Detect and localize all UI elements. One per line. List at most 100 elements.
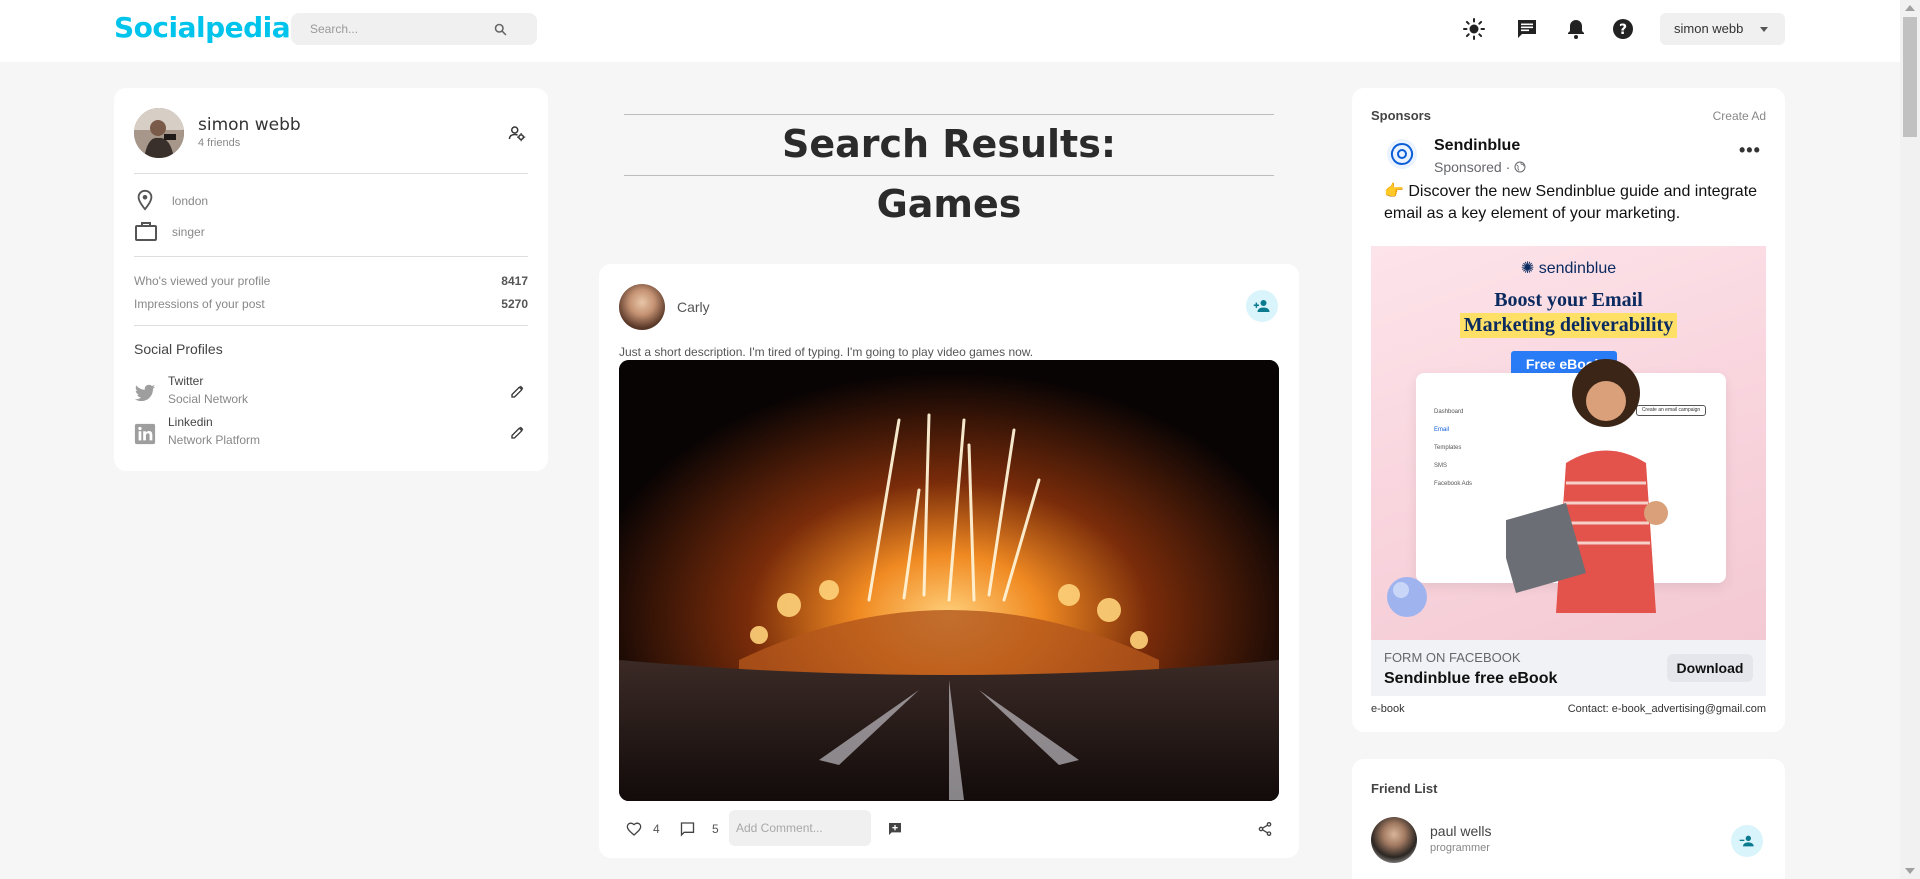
chevron-down-icon bbox=[1760, 27, 1768, 32]
occupation-text: singer bbox=[172, 225, 205, 239]
light-mode-icon[interactable] bbox=[1462, 17, 1486, 41]
globe-icon bbox=[1514, 161, 1526, 173]
social-desc: Social Network bbox=[168, 392, 249, 406]
post-card: Carly Just a short description. I'm tire… bbox=[599, 264, 1299, 858]
social-name[interactable]: Linkedin bbox=[168, 415, 213, 429]
add-comment-input[interactable] bbox=[729, 810, 871, 846]
stat-value: 5270 bbox=[501, 297, 528, 311]
ad-form-label: FORM ON FACEBOOK bbox=[1384, 650, 1521, 665]
ad-image-brand: ✺ sendinblue bbox=[1371, 258, 1766, 278]
ad-image-logo-icon: ✺ bbox=[1520, 260, 1539, 277]
svg-text:?: ? bbox=[1619, 22, 1627, 38]
search-box bbox=[291, 13, 537, 45]
mockup-menu-item: SMS bbox=[1434, 463, 1448, 469]
social-name[interactable]: Twitter bbox=[168, 374, 203, 388]
divider bbox=[134, 256, 528, 257]
ad-body-text: 👉 Discover the new Sendinblue guide and … bbox=[1384, 183, 1758, 222]
manage-account-icon[interactable] bbox=[508, 124, 526, 142]
add-comment-button-icon[interactable] bbox=[887, 821, 903, 837]
edit-pencil-icon[interactable] bbox=[510, 383, 526, 399]
ad-headline-line: Boost your Email bbox=[1494, 289, 1643, 311]
like-count: 4 bbox=[653, 822, 660, 836]
decorative-sphere-icon bbox=[1387, 577, 1427, 617]
sponsored-ad: Sendinblue Sponsored · ••• 👉 Discover th… bbox=[1371, 128, 1766, 718]
message-icon[interactable] bbox=[1515, 17, 1539, 41]
comment-count: 5 bbox=[712, 822, 719, 836]
post-author-avatar[interactable] bbox=[619, 284, 665, 330]
remove-friend-button[interactable] bbox=[1731, 825, 1763, 857]
scrollbar-thumb[interactable] bbox=[1903, 17, 1917, 137]
help-icon[interactable]: ? bbox=[1611, 17, 1635, 41]
search-icon[interactable] bbox=[493, 22, 508, 37]
ad-footer: FORM ON FACEBOOK Sendinblue free eBook D… bbox=[1371, 640, 1766, 696]
profile-friend-count: 4 friends bbox=[198, 137, 241, 149]
friend-occupation: programmer bbox=[1430, 842, 1490, 854]
post-impressions-stat: Impressions of your post 5270 bbox=[134, 297, 528, 311]
friend-list-card: Friend List paul wells programmer bbox=[1352, 759, 1785, 879]
profile-avatar-image bbox=[134, 108, 184, 158]
person-remove-icon bbox=[1739, 835, 1754, 847]
friend-name[interactable]: paul wells bbox=[1430, 823, 1491, 839]
ad-image-brand-text: sendinblue bbox=[1538, 260, 1617, 277]
profile-avatar[interactable] bbox=[134, 108, 184, 158]
share-icon[interactable] bbox=[1257, 821, 1273, 837]
comment-icon[interactable] bbox=[679, 821, 696, 837]
stat-label: Who's viewed your profile bbox=[134, 274, 271, 288]
profile-views-stat: Who's viewed your profile 8417 bbox=[134, 274, 528, 288]
friend-avatar[interactable] bbox=[1371, 817, 1417, 863]
social-profile-linkedin: Linkedin Network Platform bbox=[134, 415, 528, 451]
like-heart-icon[interactable] bbox=[626, 821, 642, 837]
post-image[interactable] bbox=[619, 360, 1279, 801]
divider bbox=[624, 175, 1274, 176]
notification-bell-icon[interactable] bbox=[1564, 17, 1588, 41]
user-dropdown[interactable]: simon webb bbox=[1660, 13, 1785, 45]
ad-form-title: Sendinblue free eBook bbox=[1384, 670, 1558, 687]
social-profile-twitter: Twitter Social Network bbox=[134, 374, 528, 410]
add-friend-button[interactable] bbox=[1246, 290, 1278, 322]
app-logo[interactable]: Socialpedia bbox=[114, 11, 291, 44]
person-add-icon bbox=[1253, 300, 1270, 312]
location-pin-icon bbox=[137, 189, 153, 211]
mockup-menu-item: Facebook Ads bbox=[1434, 481, 1473, 487]
search-results-header: Search Results: Games bbox=[624, 114, 1274, 234]
stat-label: Impressions of your post bbox=[134, 297, 265, 311]
top-navbar: Socialpedia ? simon webb bbox=[0, 0, 1900, 62]
ad-meta-row: e-book Contact: e-book_advertising@gmail… bbox=[1371, 703, 1766, 715]
location-text: london bbox=[172, 194, 209, 208]
social-profiles-heading: Social Profiles bbox=[134, 341, 223, 357]
post-actions-bar: 4 5 bbox=[619, 810, 1279, 848]
divider bbox=[134, 173, 528, 174]
ad-image[interactable]: ✺ sendinblue Boost your Email Marketing … bbox=[1371, 246, 1766, 640]
download-button[interactable]: Download bbox=[1667, 654, 1753, 682]
ad-woman-with-laptop-illustration bbox=[1506, 359, 1668, 613]
sponsors-card: Sponsors Create Ad Sendinblue Sponsored … bbox=[1352, 88, 1785, 732]
friend-list-heading: Friend List bbox=[1371, 781, 1438, 796]
concert-fireworks-image bbox=[619, 360, 1279, 801]
search-query-title: Games bbox=[876, 182, 1022, 226]
profile-name[interactable]: simon webb bbox=[198, 115, 301, 135]
ad-image-headline: Boost your Email Marketing deliverabilit… bbox=[1371, 288, 1766, 338]
ad-sponsored-label: Sponsored · bbox=[1434, 159, 1526, 175]
ad-dashboard-mockup: Dashboard Email Templates SMS Facebook A… bbox=[1416, 359, 1726, 613]
sendinblue-logo-icon[interactable] bbox=[1386, 138, 1418, 170]
ad-headline-line: Marketing deliverability bbox=[1459, 313, 1678, 338]
edit-pencil-icon[interactable] bbox=[510, 424, 526, 440]
mockup-menu-item: Email bbox=[1434, 427, 1450, 433]
post-author-name[interactable]: Carly bbox=[677, 299, 710, 315]
search-results-title: Search Results: bbox=[781, 122, 1117, 166]
user-dropdown-label: simon webb bbox=[1674, 21, 1744, 36]
post-description: Just a short description. I'm tired of t… bbox=[619, 345, 1034, 359]
scroll-up-arrow-icon[interactable] bbox=[1905, 5, 1915, 11]
create-ad-link[interactable]: Create Ad bbox=[1713, 109, 1766, 123]
scroll-down-arrow-icon[interactable] bbox=[1905, 868, 1915, 874]
twitter-icon bbox=[134, 384, 156, 402]
divider bbox=[624, 114, 1274, 115]
linkedin-icon bbox=[134, 423, 156, 445]
ad-sponsored-text: Sponsored · bbox=[1434, 159, 1515, 175]
search-input[interactable] bbox=[291, 13, 491, 45]
ad-brand-name[interactable]: Sendinblue bbox=[1434, 137, 1520, 155]
social-desc: Network Platform bbox=[168, 433, 261, 447]
more-options-icon[interactable]: ••• bbox=[1739, 140, 1761, 161]
briefcase-icon bbox=[135, 222, 157, 241]
ad-category: e-book bbox=[1371, 703, 1405, 715]
